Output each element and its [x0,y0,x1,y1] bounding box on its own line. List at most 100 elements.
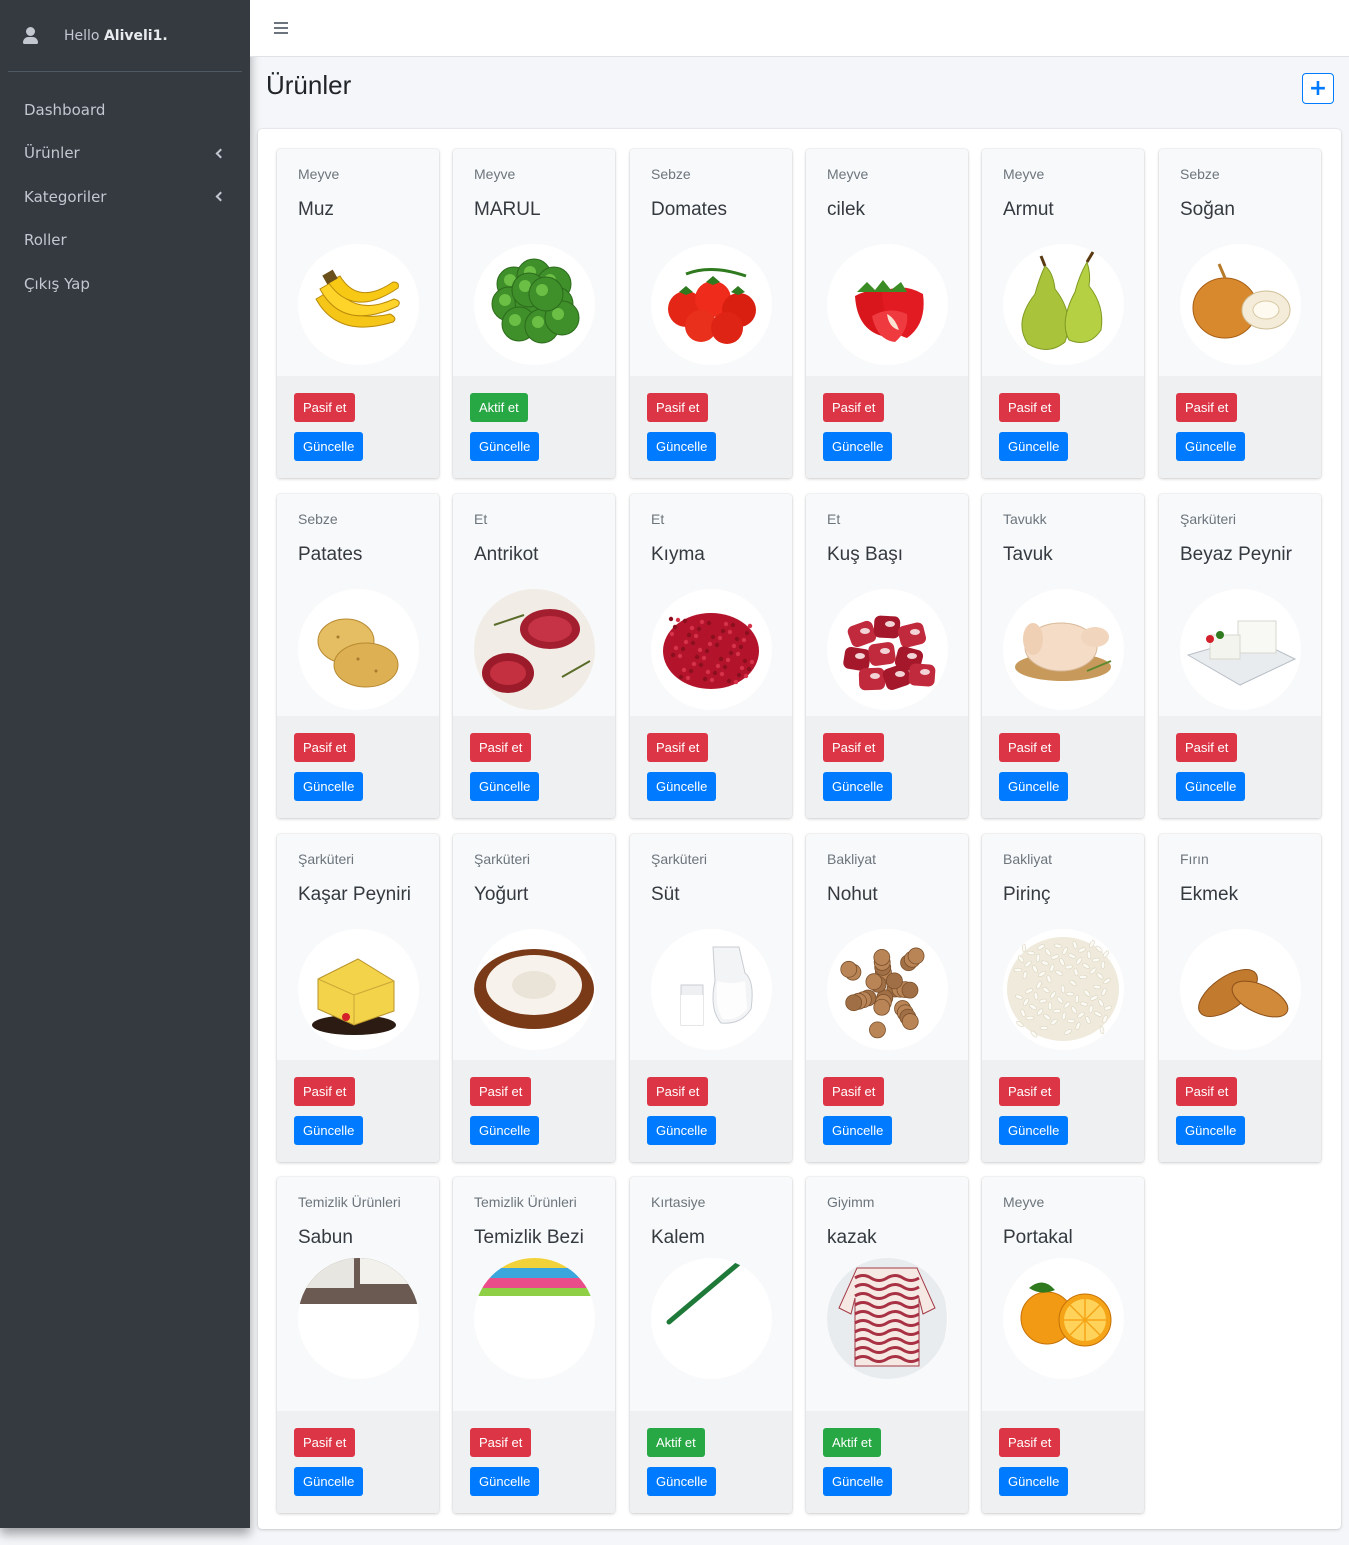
product-image [1003,244,1124,365]
product-category: Sebze [298,511,338,527]
update-button[interactable]: Güncelle [470,432,540,461]
product-category: Et [474,511,488,527]
deactivate-button[interactable]: Pasif et [294,733,356,762]
activate-button[interactable]: Aktif et [823,1428,881,1457]
deactivate-button[interactable]: Pasif et [470,1428,532,1457]
deactivate-button[interactable]: Pasif et [294,1428,356,1457]
product-card-footer: Pasif et Güncelle [630,1060,792,1162]
product-name: Temizlik Bezi [474,1227,584,1248]
product-image [827,1258,948,1379]
product-image [1003,1258,1124,1379]
deactivate-button[interactable]: Pasif et [470,1077,532,1106]
deactivate-button[interactable]: Pasif et [999,1077,1061,1106]
product-card: Bakliyat Nohut Pasif et Güncelle [806,834,968,1162]
sidebar-item-roles[interactable]: Roller [0,219,250,263]
update-button[interactable]: Güncelle [647,1116,717,1145]
sidebar-item-dashboard[interactable]: Dashboard [0,88,250,132]
sidebar-nav: Dashboard Ürünler Kategoriler Roller Çıkış Y… [0,72,250,306]
sidebar-item-label: Ürünler [24,144,80,163]
product-image [827,244,948,365]
product-card-footer: Pasif et Güncelle [630,376,792,478]
product-category: Temizlik Ürünleri [474,1194,577,1210]
deactivate-button[interactable]: Pasif et [999,1428,1061,1457]
product-card-footer: Pasif et Güncelle [453,1060,615,1162]
update-button[interactable]: Güncelle [1176,432,1246,461]
product-card: Tavukk Tavuk Pasif et Güncelle [982,494,1144,818]
product-image [827,929,948,1050]
product-card-footer: Pasif et Güncelle [277,1411,439,1513]
product-card: Sebze Domates Pasif et Güncelle [630,149,792,478]
deactivate-button[interactable]: Pasif et [647,733,709,762]
deactivate-button[interactable]: Pasif et [999,393,1061,422]
product-category: Meyve [298,166,340,182]
product-card: Şarküteri Yoğurt Pasif et Güncelle [453,834,615,1162]
update-button[interactable]: Güncelle [1176,772,1246,801]
update-button[interactable]: Güncelle [470,772,540,801]
add-product-button[interactable]: + [1302,73,1334,104]
update-button[interactable]: Güncelle [999,1467,1069,1496]
product-grid-container: Meyve Muz Pasif et Güncelle Meyve MARUL … [258,129,1341,1529]
deactivate-button[interactable]: Pasif et [294,393,356,422]
update-button[interactable]: Güncelle [999,772,1069,801]
update-button[interactable]: Güncelle [823,432,893,461]
deactivate-button[interactable]: Pasif et [1176,1077,1238,1106]
update-button[interactable]: Güncelle [294,772,364,801]
product-name: Domates [651,199,728,220]
menu-toggle-icon[interactable] [274,22,288,34]
update-button[interactable]: Güncelle [294,1467,364,1496]
deactivate-button[interactable]: Pasif et [1176,393,1238,422]
product-image [651,1258,772,1379]
update-button[interactable]: Güncelle [823,772,893,801]
product-card: Giyimm kazak Aktif et Güncelle [806,1177,968,1513]
product-image [651,929,772,1050]
user-name: Aliveli1. [103,27,168,44]
product-card: Temizlik Ürünleri Temizlik Bezi Pasif et… [453,1177,615,1513]
product-card: Sebze Soğan Pasif et Güncelle [1159,149,1321,478]
update-button[interactable]: Güncelle [470,1467,540,1496]
product-name: Nohut [827,884,878,905]
deactivate-button[interactable]: Pasif et [470,733,532,762]
product-name: Sabun [298,1227,353,1248]
product-category: Bakliyat [1003,851,1053,867]
deactivate-button[interactable]: Pasif et [999,733,1061,762]
update-button[interactable]: Güncelle [999,432,1069,461]
user-panel[interactable]: Hello Aliveli1. [8,0,242,72]
update-button[interactable]: Güncelle [647,1467,717,1496]
product-category: Tavukk [1003,511,1047,527]
product-name: Süt [651,884,680,905]
update-button[interactable]: Güncelle [294,432,364,461]
update-button[interactable]: Güncelle [823,1467,893,1496]
update-button[interactable]: Güncelle [470,1116,540,1145]
product-name: Ekmek [1180,884,1239,905]
sidebar-item-products[interactable]: Ürünler [0,132,250,176]
product-name: Kaşar Peyniri [298,884,411,905]
update-button[interactable]: Güncelle [647,772,717,801]
update-button[interactable]: Güncelle [1176,1116,1246,1145]
chevron-left-icon [215,148,226,159]
product-name: Pirinç [1003,884,1051,905]
activate-button[interactable]: Aktif et [470,393,528,422]
sidebar-item-logout[interactable]: Çıkış Yap [0,262,250,306]
product-name: MARUL [474,199,541,220]
deactivate-button[interactable]: Pasif et [823,393,885,422]
product-name: Kalem [651,1227,705,1248]
deactivate-button[interactable]: Pasif et [647,393,709,422]
product-card-footer: Pasif et Güncelle [982,1411,1144,1513]
product-category: Şarküteri [298,851,355,867]
sidebar-item-categories[interactable]: Kategoriler [0,175,250,219]
product-card-footer: Pasif et Güncelle [982,716,1144,818]
deactivate-button[interactable]: Pasif et [294,1077,356,1106]
product-card: Meyve Portakal Pasif et Güncelle [982,1177,1144,1513]
deactivate-button[interactable]: Pasif et [1176,733,1238,762]
deactivate-button[interactable]: Pasif et [647,1077,709,1106]
update-button[interactable]: Güncelle [294,1116,364,1145]
deactivate-button[interactable]: Pasif et [823,733,885,762]
update-button[interactable]: Güncelle [647,432,717,461]
page-title: Ürünler [266,70,352,100]
update-button[interactable]: Güncelle [999,1116,1069,1145]
update-button[interactable]: Güncelle [823,1116,893,1145]
activate-button[interactable]: Aktif et [647,1428,705,1457]
product-card-footer: Pasif et Güncelle [453,1411,615,1513]
deactivate-button[interactable]: Pasif et [823,1077,885,1106]
product-card-footer: Pasif et Güncelle [630,716,792,818]
